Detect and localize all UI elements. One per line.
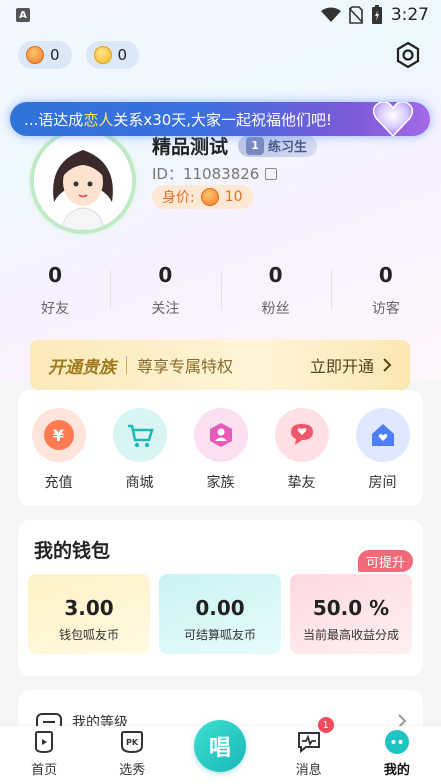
no-sim-icon: [348, 6, 363, 24]
shortcut-recharge[interactable]: ¥ 充值: [29, 408, 89, 492]
worth-label: 身价:: [162, 190, 195, 206]
copy-icon[interactable]: [265, 167, 278, 180]
coin-balance-a-value: 0: [50, 46, 60, 64]
vip-subtitle: 尊享专属特权: [137, 357, 234, 376]
banner-text-suffix: 关系x30天,大家一起祝福他们吧!: [113, 110, 333, 129]
stat-value: 0: [158, 263, 173, 287]
stat-label: 粉丝: [261, 301, 290, 317]
stat-fans[interactable]: 0 粉丝: [220, 262, 331, 326]
house-icon: [355, 408, 410, 462]
svg-text:PK: PK: [126, 738, 139, 747]
banner-text-highlight: 恋人: [83, 110, 114, 129]
shortcut-bestie[interactable]: 挚友: [272, 408, 332, 492]
level-number: 1: [246, 136, 265, 155]
tab-label: 选秀: [119, 763, 146, 778]
announcement-banner[interactable]: ...语达成 恋人 关系x30天,大家一起祝福他们吧!: [10, 102, 430, 136]
gold-coin-icon: [93, 46, 112, 64]
pk-icon: PK: [119, 729, 145, 755]
upgrade-badge: 可提升: [357, 550, 413, 572]
shortcuts-card: ¥ 充值 商城 家族 挚友 房间: [18, 390, 423, 506]
shortcut-room[interactable]: 房间: [353, 408, 413, 492]
shortcut-label: 房间: [368, 475, 397, 491]
shortcut-family[interactable]: 家族: [191, 408, 251, 492]
coin-balance-a[interactable]: 0: [18, 41, 72, 69]
stat-visitors[interactable]: 0 访客: [330, 262, 441, 326]
tab-label: 我的: [383, 763, 410, 778]
stat-value: 0: [378, 263, 393, 287]
revenue-share-box[interactable]: 50.0 % 当前最高收益分成: [290, 574, 412, 654]
tab-label: 首页: [31, 763, 58, 778]
user-id-row: ID：11083826: [152, 163, 278, 184]
home-icon: [31, 729, 57, 755]
divider: [126, 356, 127, 374]
level-title: 练习生: [268, 140, 308, 155]
wallet-card: 我的钱包 可提升 3.00 钱包呱友币 0.00 可结算呱友币 50.0 % 当…: [18, 520, 423, 676]
revenue-share-value: 50.0 %: [312, 596, 390, 620]
user-id: ID：11083826: [152, 165, 260, 183]
family-icon: [193, 408, 248, 462]
shortcut-mall[interactable]: 商城: [110, 408, 170, 492]
app-notification-icon: A: [16, 8, 30, 22]
vip-open-label: 立即开通: [309, 357, 374, 376]
stat-label: 关注: [151, 301, 180, 317]
worth-pill: 身价: 10: [152, 185, 253, 209]
shortcut-label: 家族: [206, 475, 235, 491]
stat-label: 好友: [41, 301, 70, 317]
stats-row: 0 好友 0 关注 0 粉丝 0 访客: [0, 262, 441, 326]
chat-heart-icon: [274, 408, 329, 462]
worth-value: 10: [224, 189, 243, 205]
wallet-balance-box[interactable]: 3.00 钱包呱友币: [28, 574, 150, 654]
avatar[interactable]: [30, 128, 136, 234]
tab-messages[interactable]: 1 消息: [274, 717, 344, 778]
stat-value: 0: [268, 263, 283, 287]
stat-value: 0: [48, 263, 63, 287]
cart-icon: [112, 408, 167, 462]
clock: 3:27: [390, 5, 429, 25]
stat-label: 访客: [371, 301, 400, 317]
settleable-balance-value: 0.00: [195, 596, 245, 620]
coin-balance-b[interactable]: 0: [85, 41, 140, 69]
shortcut-label: 挚友: [287, 475, 316, 491]
heart-icon: [372, 102, 414, 136]
vip-banner[interactable]: 开通贵族 尊享专属特权 立即开通: [30, 340, 410, 390]
coin-icon: [200, 188, 219, 206]
vip-open-button[interactable]: 立即开通: [310, 353, 392, 377]
shortcut-label: 商城: [125, 475, 154, 491]
coin-balance-b-value: 0: [117, 46, 128, 64]
settleable-balance-label: 可结算呱友币: [183, 628, 256, 642]
stat-friends[interactable]: 0 好友: [0, 262, 110, 326]
battery-icon: [371, 5, 382, 24]
tab-me[interactable]: 我的: [362, 729, 432, 778]
wallet-title: 我的钱包: [34, 540, 111, 562]
message-icon: [296, 729, 322, 755]
message-badge: 1: [317, 717, 334, 733]
profile-name-row: 精品测试 1 练习生: [152, 132, 318, 159]
tab-home[interactable]: 首页: [9, 729, 79, 778]
settings-gear-icon[interactable]: [393, 40, 423, 70]
status-bar: A 3:27: [0, 0, 441, 30]
vip-title: 开通贵族: [48, 357, 116, 378]
shortcut-label: 充值: [44, 475, 73, 491]
profile-name: 精品测试: [152, 136, 229, 158]
chevron-right-icon: [383, 358, 392, 372]
settleable-balance-box[interactable]: 0.00 可结算呱友币: [159, 574, 281, 654]
level-badge[interactable]: 1 练习生: [238, 134, 318, 157]
me-icon: [384, 729, 410, 755]
banner-text-prefix: ...语达成: [24, 110, 84, 129]
tab-label: 消息: [295, 763, 322, 778]
wallet-balance-label: 钱包呱友币: [58, 628, 119, 642]
yen-icon: ¥: [31, 408, 86, 462]
revenue-share-label: 当前最高收益分成: [302, 628, 399, 642]
top-currency-row: 0 0: [18, 40, 423, 70]
wifi-icon: [320, 7, 341, 22]
stat-following[interactable]: 0 关注: [110, 262, 220, 326]
tab-talent[interactable]: PK 选秀: [97, 729, 167, 778]
sing-button[interactable]: 唱: [194, 720, 246, 772]
sing-button-label: 唱: [208, 736, 231, 761]
coin-icon: [26, 46, 44, 64]
wallet-balance-value: 3.00: [64, 596, 114, 620]
avatar-illustration: [34, 132, 132, 230]
